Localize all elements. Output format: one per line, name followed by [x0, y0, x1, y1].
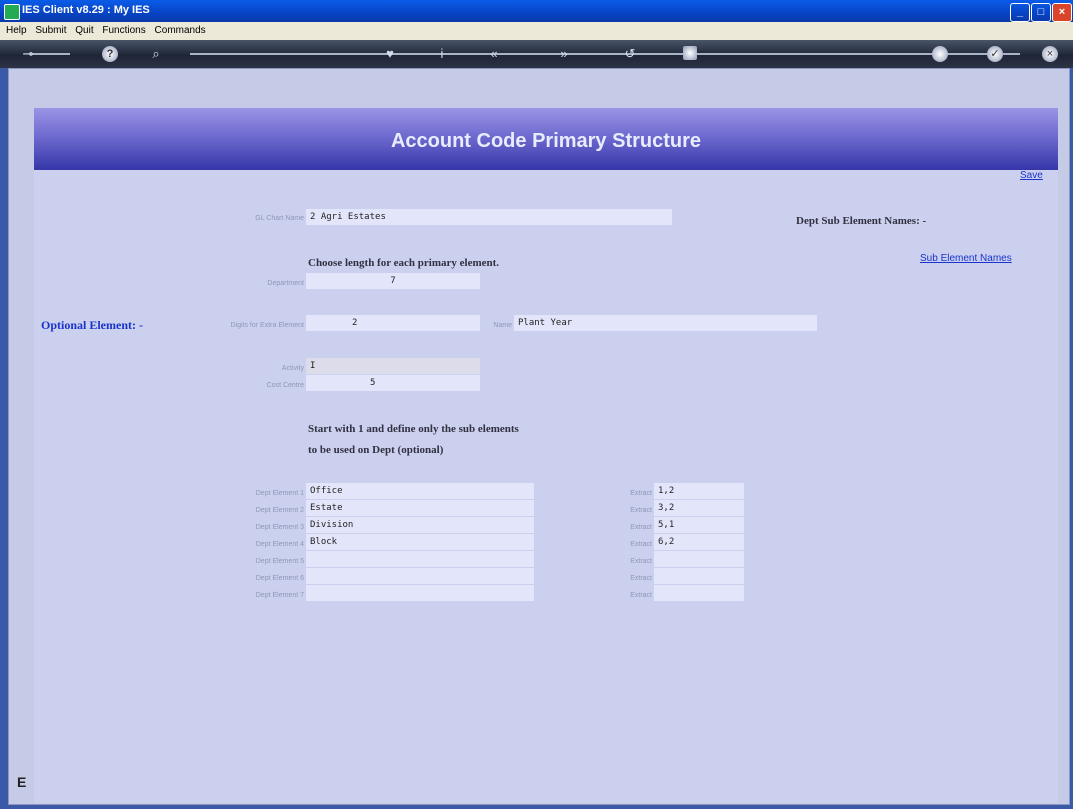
- stop-icon[interactable]: [683, 46, 697, 60]
- sub-element-names-link[interactable]: Sub Element Names: [920, 253, 1012, 264]
- optional-digits-label: Digits for Extra Element: [230, 322, 304, 329]
- extract-field[interactable]: 3,2: [654, 500, 744, 516]
- info-icon[interactable]: i: [432, 44, 452, 64]
- dept-element-label: Dept Element 4: [255, 541, 304, 548]
- cost-centre-length-field[interactable]: 5: [306, 375, 480, 391]
- extract-field[interactable]: [654, 551, 744, 567]
- extract-field[interactable]: 5,1: [654, 517, 744, 533]
- back-icon[interactable]: «: [484, 44, 504, 64]
- dept-element-field[interactable]: Block: [306, 534, 534, 550]
- maximize-button[interactable]: □: [1031, 3, 1051, 22]
- page-title: Account Code Primary Structure: [390, 130, 702, 152]
- menu-functions[interactable]: Functions: [102, 22, 145, 40]
- app-icon: [4, 4, 20, 20]
- toolbar: ⊸ ? ⌕ ♥ i « » ↺ ✓ ×: [0, 40, 1073, 68]
- search-icon[interactable]: ⌕: [146, 44, 166, 64]
- menu-bar: Help Submit Quit Functions Commands: [0, 22, 1073, 40]
- activity-length-field[interactable]: I: [306, 358, 480, 374]
- settings-button[interactable]: [932, 46, 948, 62]
- extract-label: Extract: [630, 524, 652, 531]
- extract-field[interactable]: [654, 568, 744, 584]
- dept-element-field[interactable]: Office: [306, 483, 534, 499]
- heart-icon[interactable]: ♥: [380, 44, 400, 64]
- dept-element-field[interactable]: [306, 551, 534, 567]
- menu-commands[interactable]: Commands: [155, 22, 206, 40]
- dept-element-field[interactable]: Estate: [306, 500, 534, 516]
- extract-label: Extract: [630, 592, 652, 599]
- forward-icon[interactable]: »: [554, 44, 574, 64]
- cost-centre-label: Cost Centre: [266, 382, 304, 389]
- optional-element-label: Optional Element: -: [41, 318, 143, 332]
- key-icon[interactable]: ⊸: [16, 44, 40, 64]
- dept-element-label: Dept Element 2: [255, 507, 304, 514]
- window-titlebar: IES Client v8.29 : My IES _ □ ×: [0, 0, 1073, 22]
- menu-quit[interactable]: Quit: [75, 22, 93, 40]
- optional-name-label: Name: [493, 322, 512, 329]
- extract-label: Extract: [630, 490, 652, 497]
- extract-label: Extract: [630, 507, 652, 514]
- extract-label: Extract: [630, 541, 652, 548]
- close-window-button[interactable]: ×: [1052, 3, 1072, 22]
- dept-element-field[interactable]: [306, 568, 534, 584]
- refresh-icon[interactable]: ↺: [620, 44, 640, 64]
- optional-digits-field[interactable]: 2: [306, 315, 480, 331]
- dept-element-label: Dept Element 6: [255, 575, 304, 582]
- extract-field[interactable]: 1,2: [654, 483, 744, 499]
- sub-elements-heading-line2: to be used on Dept (optional): [308, 444, 444, 456]
- department-label: Department: [267, 280, 304, 287]
- minimize-button[interactable]: _: [1010, 3, 1030, 22]
- optional-name-field[interactable]: Plant Year: [514, 315, 817, 331]
- menu-submit[interactable]: Submit: [35, 22, 66, 40]
- save-link[interactable]: Save: [1020, 170, 1043, 181]
- choose-length-heading: Choose length for each primary element.: [308, 257, 500, 269]
- dept-element-field[interactable]: Division: [306, 517, 534, 533]
- help-icon: ?: [106, 48, 114, 60]
- toolbar-track: [190, 53, 1020, 55]
- extract-label: Extract: [630, 575, 652, 582]
- dept-element-label: Dept Element 5: [255, 558, 304, 565]
- chart-name-label: GL Chart Name: [255, 215, 304, 222]
- extract-label: Extract: [630, 558, 652, 565]
- extract-field[interactable]: [654, 585, 744, 601]
- sub-elements-heading-line1: Start with 1 and define only the sub ele…: [308, 423, 519, 435]
- menu-help[interactable]: Help: [6, 22, 27, 40]
- window-title: IES Client v8.29 : My IES: [22, 4, 150, 16]
- chart-name-field[interactable]: 2 Agri Estates: [306, 209, 672, 225]
- dept-element-label: Dept Element 1: [255, 490, 304, 497]
- dept-element-label: Dept Element 3: [255, 524, 304, 531]
- check-icon: ✓: [990, 48, 1000, 60]
- dept-element-label: Dept Element 7: [255, 592, 304, 599]
- side-marker: E: [17, 774, 27, 790]
- page-banner: Account Code Primary Structure: [34, 108, 1058, 170]
- activity-label: Activity: [281, 365, 304, 372]
- close-icon: ×: [1046, 48, 1054, 60]
- dept-sub-element-names-label: Dept Sub Element Names: -: [796, 215, 927, 227]
- department-length-field[interactable]: 7: [306, 273, 480, 289]
- dept-element-field[interactable]: [306, 585, 534, 601]
- extract-field[interactable]: 6,2: [654, 534, 744, 550]
